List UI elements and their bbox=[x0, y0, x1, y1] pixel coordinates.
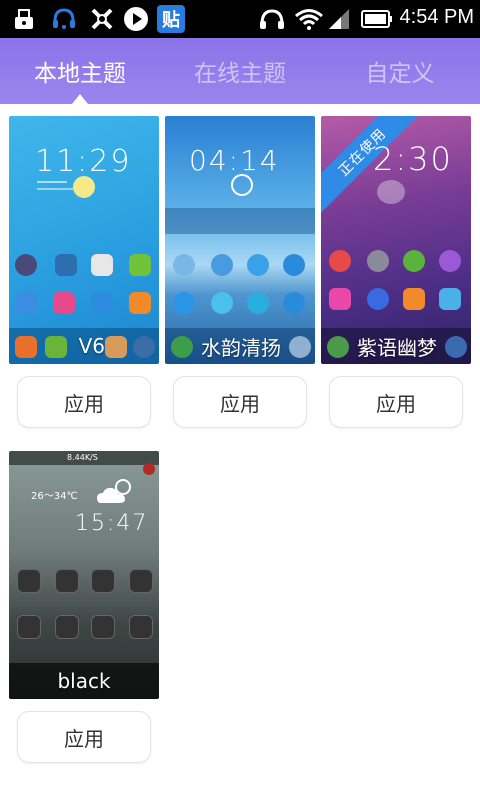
tab-bar: 本地主题 在线主题 自定义 bbox=[0, 38, 480, 104]
music-icon bbox=[329, 288, 351, 310]
toolbox-icon bbox=[10, 5, 38, 33]
tieba-icon: 贴 bbox=[157, 5, 185, 33]
app-icon bbox=[91, 254, 113, 276]
app-icon bbox=[211, 292, 233, 314]
headset-bell-icon bbox=[50, 5, 78, 33]
app-icon bbox=[283, 292, 305, 314]
theme-preview-time: 15:47 bbox=[75, 511, 149, 536]
theme-name: 紫语幽梦 bbox=[357, 335, 437, 360]
tab-online-themes[interactable]: 在线主题 bbox=[160, 38, 320, 104]
app-icon bbox=[17, 615, 41, 639]
theme-name: V6 bbox=[78, 334, 105, 358]
theme-name: 水韵清扬 bbox=[201, 335, 281, 360]
theme-preview-time: 2:30 bbox=[373, 140, 453, 178]
battery-icon bbox=[360, 5, 394, 33]
mini-status-bar bbox=[9, 116, 159, 126]
status-bar: 贴 4:54 PM bbox=[0, 0, 480, 38]
preview-date-line bbox=[37, 181, 67, 183]
app-icon bbox=[55, 254, 77, 276]
video-icon bbox=[439, 250, 461, 272]
app-icon bbox=[247, 254, 269, 276]
apply-button-v6[interactable]: 应用 bbox=[17, 376, 151, 428]
theme-card-shuiyun[interactable]: 04:14 水韵清扬 bbox=[165, 116, 315, 364]
apply-button-shuiyun[interactable]: 应用 bbox=[173, 376, 307, 428]
preview-mountains bbox=[165, 208, 315, 234]
app-icon bbox=[329, 250, 351, 272]
flower-logo-icon bbox=[88, 5, 116, 33]
theme-preview-time: 11:29 bbox=[35, 144, 132, 179]
weather-icon bbox=[439, 288, 461, 310]
calendar-icon bbox=[403, 288, 425, 310]
headphones-icon bbox=[257, 5, 287, 33]
active-tab-indicator bbox=[72, 94, 88, 104]
app-icon bbox=[173, 254, 195, 276]
tab-custom[interactable]: 自定义 bbox=[320, 38, 480, 104]
signal-icon bbox=[326, 5, 352, 33]
music-icon bbox=[53, 292, 75, 314]
apply-button-black[interactable]: 应用 bbox=[17, 711, 151, 763]
chat-icon bbox=[91, 615, 115, 639]
weather-cloud-icon bbox=[377, 180, 405, 204]
app-icon bbox=[129, 569, 153, 593]
net-speed: 8.44K/S bbox=[67, 453, 98, 462]
clock-icon bbox=[367, 288, 389, 310]
status-time: 4:54 PM bbox=[399, 6, 474, 28]
notification-badge bbox=[143, 463, 155, 475]
theme-name: black bbox=[57, 669, 111, 693]
app-icon bbox=[15, 254, 37, 276]
theme-card-black[interactable]: 8.44K/S 26～34℃ 15:47 black bbox=[9, 451, 159, 699]
app-icon bbox=[129, 615, 153, 639]
theme-card-v6[interactable]: 11:29 V6 bbox=[9, 116, 159, 364]
app-store-icon bbox=[129, 292, 151, 314]
weather-sun-icon bbox=[73, 176, 95, 198]
map-icon bbox=[403, 250, 425, 272]
security-icon bbox=[247, 292, 269, 314]
app-icon bbox=[129, 254, 151, 276]
settings-icon bbox=[173, 292, 195, 314]
apply-button-ziyu[interactable]: 应用 bbox=[329, 376, 463, 428]
preview-location-line bbox=[37, 188, 73, 190]
weather-cloud-sun-icon bbox=[95, 477, 137, 507]
theme-preview-time: 04:14 bbox=[189, 144, 280, 177]
tieba-icon-char: 贴 bbox=[162, 10, 180, 31]
app-icon bbox=[91, 569, 115, 593]
star-icon bbox=[55, 615, 79, 639]
security-icon bbox=[91, 292, 113, 314]
weather-sun-icon bbox=[231, 174, 253, 196]
play-icon bbox=[122, 5, 150, 33]
mini-status-bar bbox=[165, 116, 315, 126]
theme-card-ziyu[interactable]: 正在使用 2:30 紫语幽梦 bbox=[321, 116, 471, 364]
app-icon bbox=[17, 569, 41, 593]
settings-icon bbox=[367, 250, 389, 272]
app-icon bbox=[283, 254, 305, 276]
settings-icon bbox=[15, 292, 37, 314]
weather-temp: 26～34℃ bbox=[31, 491, 78, 502]
calendar-icon bbox=[55, 569, 79, 593]
app-icon bbox=[211, 254, 233, 276]
wifi-icon bbox=[293, 5, 325, 33]
